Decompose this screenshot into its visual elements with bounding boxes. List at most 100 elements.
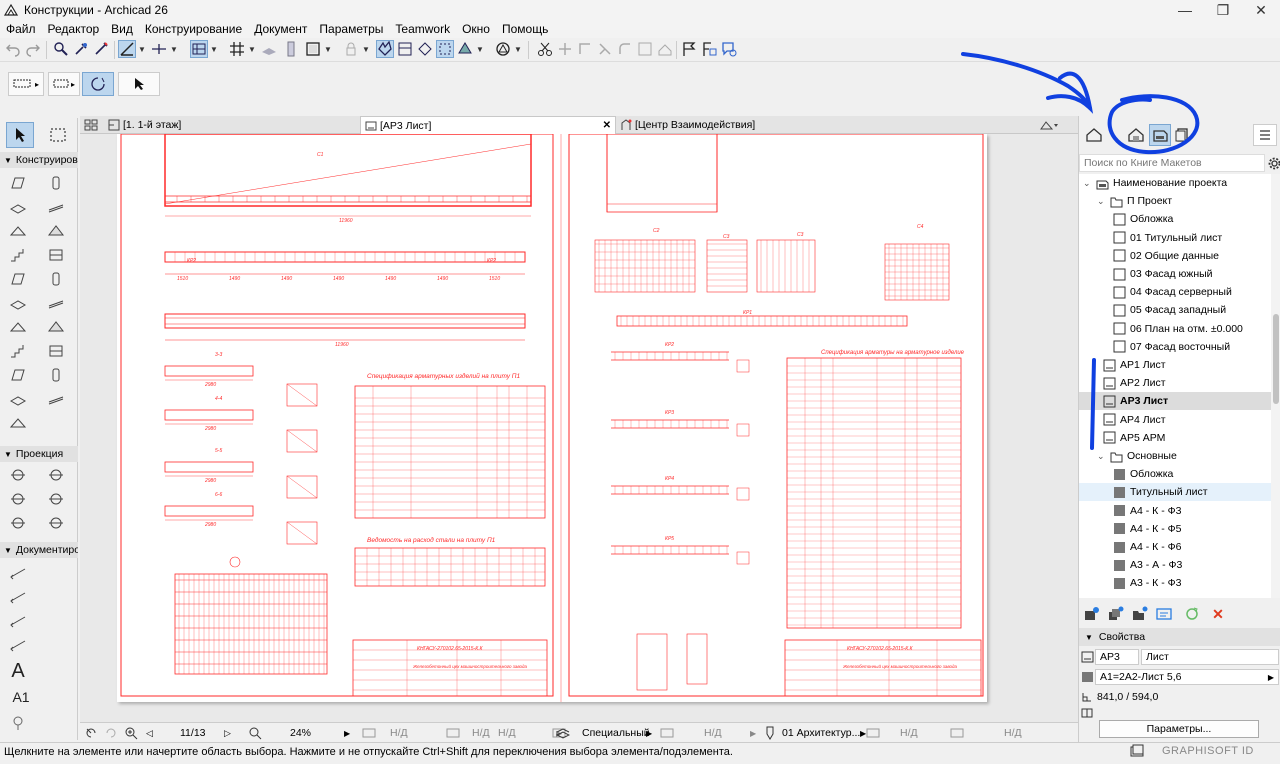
marquee-tool[interactable] — [44, 122, 72, 148]
tree-item-folder[interactable]: ⌄ Основные — [1079, 447, 1271, 465]
tab-close-icon[interactable]: ✕ — [603, 120, 611, 131]
morph-tool[interactable] — [8, 342, 28, 360]
window-tool[interactable] — [8, 294, 28, 312]
tab-grid-icon[interactable] — [80, 116, 104, 134]
scrollbar-thumb[interactable] — [1273, 314, 1279, 404]
tree-item-sheet[interactable]: АР2 Лист — [1079, 374, 1271, 392]
curtain-wall-tool[interactable] — [8, 270, 28, 288]
tree-item-root[interactable]: ⌄ Наименование проекта — [1079, 174, 1271, 192]
group-viewpoint[interactable]: ▼ Проекция — [0, 446, 78, 462]
update-icon[interactable] — [1183, 605, 1201, 623]
publisher-sets-icon[interactable] — [1171, 124, 1193, 146]
suspend-groups-icon[interactable] — [376, 40, 394, 58]
chevron-down-icon[interactable]: ⌄ — [1097, 196, 1107, 207]
trim-icon[interactable] — [596, 40, 614, 58]
roof-tool[interactable] — [8, 222, 28, 240]
settings-button[interactable]: Параметры... — [1099, 720, 1259, 738]
view-map-icon[interactable] — [1125, 124, 1147, 146]
restore-button[interactable]: ❐ — [1204, 0, 1242, 20]
tab-floor-plan[interactable]: [1. 1-й этаж] — [104, 116, 360, 134]
layers-icon[interactable] — [260, 40, 278, 58]
menu-view[interactable]: Вид — [105, 22, 139, 36]
wall-tool[interactable] — [8, 174, 28, 192]
tree-item-master[interactable]: А4 - К - Ф6 — [1079, 538, 1271, 556]
next-page-button[interactable]: ▷ — [224, 725, 238, 741]
tree-item-master[interactable]: А3 - К - Ф3 — [1079, 574, 1271, 592]
slab-icon[interactable] — [282, 40, 300, 58]
tab-sheet[interactable]: [АР3 Лист] ✕ — [360, 116, 616, 134]
angle-dimension-tool[interactable] — [8, 636, 28, 654]
beam-alt-tool[interactable] — [8, 414, 28, 432]
label-tool[interactable]: A1 — [6, 688, 36, 706]
render-icon[interactable] — [456, 40, 474, 58]
snap-grid-icon[interactable] — [190, 40, 208, 58]
text-tool[interactable]: A — [8, 660, 28, 682]
menu-document[interactable]: Документ — [248, 22, 313, 36]
tree-item-master[interactable]: А3 - А - Ф3 — [1079, 556, 1271, 574]
radial-dimension-tool[interactable] — [8, 612, 28, 630]
lamp-tool[interactable] — [46, 366, 66, 384]
marker-tool[interactable] — [8, 714, 28, 732]
mesh-tool[interactable] — [46, 342, 66, 360]
scissors-icon[interactable] — [536, 40, 554, 58]
pen-set-combo[interactable]: 01 Архитектур... — [782, 725, 862, 741]
object-tool[interactable] — [8, 366, 28, 384]
tree-item-page[interactable]: 05 Фасад западный — [1079, 301, 1271, 319]
tree-item-sheet[interactable]: АР5 АРМ — [1079, 429, 1271, 447]
group-document[interactable]: ▼Документиров — [0, 542, 78, 558]
navigator-scrollbar[interactable] — [1271, 174, 1280, 598]
renovation-value[interactable]: Н/Д — [900, 725, 930, 741]
dimension-std-value[interactable]: Н/Д — [1004, 725, 1034, 741]
gravity-icon[interactable] — [118, 40, 136, 58]
tree-item-master[interactable]: А4 - К - Ф5 — [1079, 520, 1271, 538]
worksheet-tool[interactable] — [46, 490, 66, 508]
interior-elevation-tool[interactable] — [8, 490, 28, 508]
view-3d-icon[interactable] — [494, 40, 512, 58]
minimize-button[interactable]: — — [1166, 0, 1204, 20]
skylight-tool[interactable] — [46, 294, 66, 312]
drawing-canvas[interactable]: 11960 С1 1510 1490 1490 1490 1490 1490 1510 КР2 КР… — [80, 134, 1078, 722]
marquee-type-button[interactable]: ▸ — [48, 72, 80, 96]
zoom-in-icon[interactable] — [124, 725, 142, 741]
railing-tool[interactable] — [46, 246, 66, 264]
arrow-cursor-button[interactable] — [118, 72, 160, 96]
guide-lines-icon[interactable] — [150, 40, 168, 58]
corner-window-tool[interactable] — [46, 318, 66, 336]
menu-teamwork[interactable]: Teamwork — [389, 22, 456, 36]
tree-item-page[interactable]: 07 Фасад восточный — [1079, 338, 1271, 356]
slab-tool[interactable] — [8, 198, 28, 216]
rectangle-geometry-button[interactable]: ▸ — [8, 72, 44, 96]
partial-value[interactable]: Н/Д — [498, 725, 528, 741]
prev-page-button[interactable]: ◁ — [146, 725, 160, 741]
offset-icon[interactable] — [576, 40, 594, 58]
tree-item-page[interactable]: Обложка — [1079, 210, 1271, 228]
properties-header[interactable]: ▼ Свойства — [1079, 628, 1280, 646]
tree-item-page[interactable]: 02 Общие данные — [1079, 247, 1271, 265]
opening-tool[interactable] — [8, 318, 28, 336]
tree-item-master[interactable]: А4 - К - Ф3 — [1079, 502, 1271, 520]
tree-item-sheet[interactable]: АР4 Лист — [1079, 411, 1271, 429]
zoom-level[interactable]: 24% — [290, 725, 320, 741]
redo-icon[interactable] — [24, 40, 42, 58]
grid-icon[interactable] — [228, 40, 246, 58]
delete-icon[interactable]: ✕ — [1209, 605, 1227, 623]
tree-item-folder[interactable]: ⌄ П Проект — [1079, 192, 1271, 210]
dimension-icon[interactable] — [416, 40, 434, 58]
eyedropper-icon[interactable] — [72, 40, 90, 58]
tree-item-sheet[interactable]: АР1 Лист — [1079, 356, 1271, 374]
wall-end-tool[interactable] — [46, 390, 66, 408]
properties-icon[interactable] — [1155, 605, 1173, 623]
trace-icon[interactable] — [396, 40, 414, 58]
dimension-tool[interactable] — [8, 564, 28, 582]
new-subset-icon[interactable] — [1131, 605, 1149, 623]
column-tool[interactable] — [46, 174, 66, 192]
menu-file[interactable]: Файл — [0, 22, 42, 36]
tree-item-page[interactable]: 03 Фасад южный — [1079, 265, 1271, 283]
zoom-dropdown[interactable]: ▶ — [344, 725, 354, 741]
close-button[interactable]: ✕ — [1242, 0, 1280, 20]
zone-tool[interactable] — [8, 390, 28, 408]
tree-item-master[interactable]: Обложка — [1079, 465, 1271, 483]
navigator-search[interactable]: Поиск по Книге Макетов — [1079, 154, 1265, 172]
graphisoft-id[interactable]: GRAPHISOFT ID — [1162, 745, 1254, 757]
rotated-marquee-button[interactable] — [82, 72, 114, 96]
